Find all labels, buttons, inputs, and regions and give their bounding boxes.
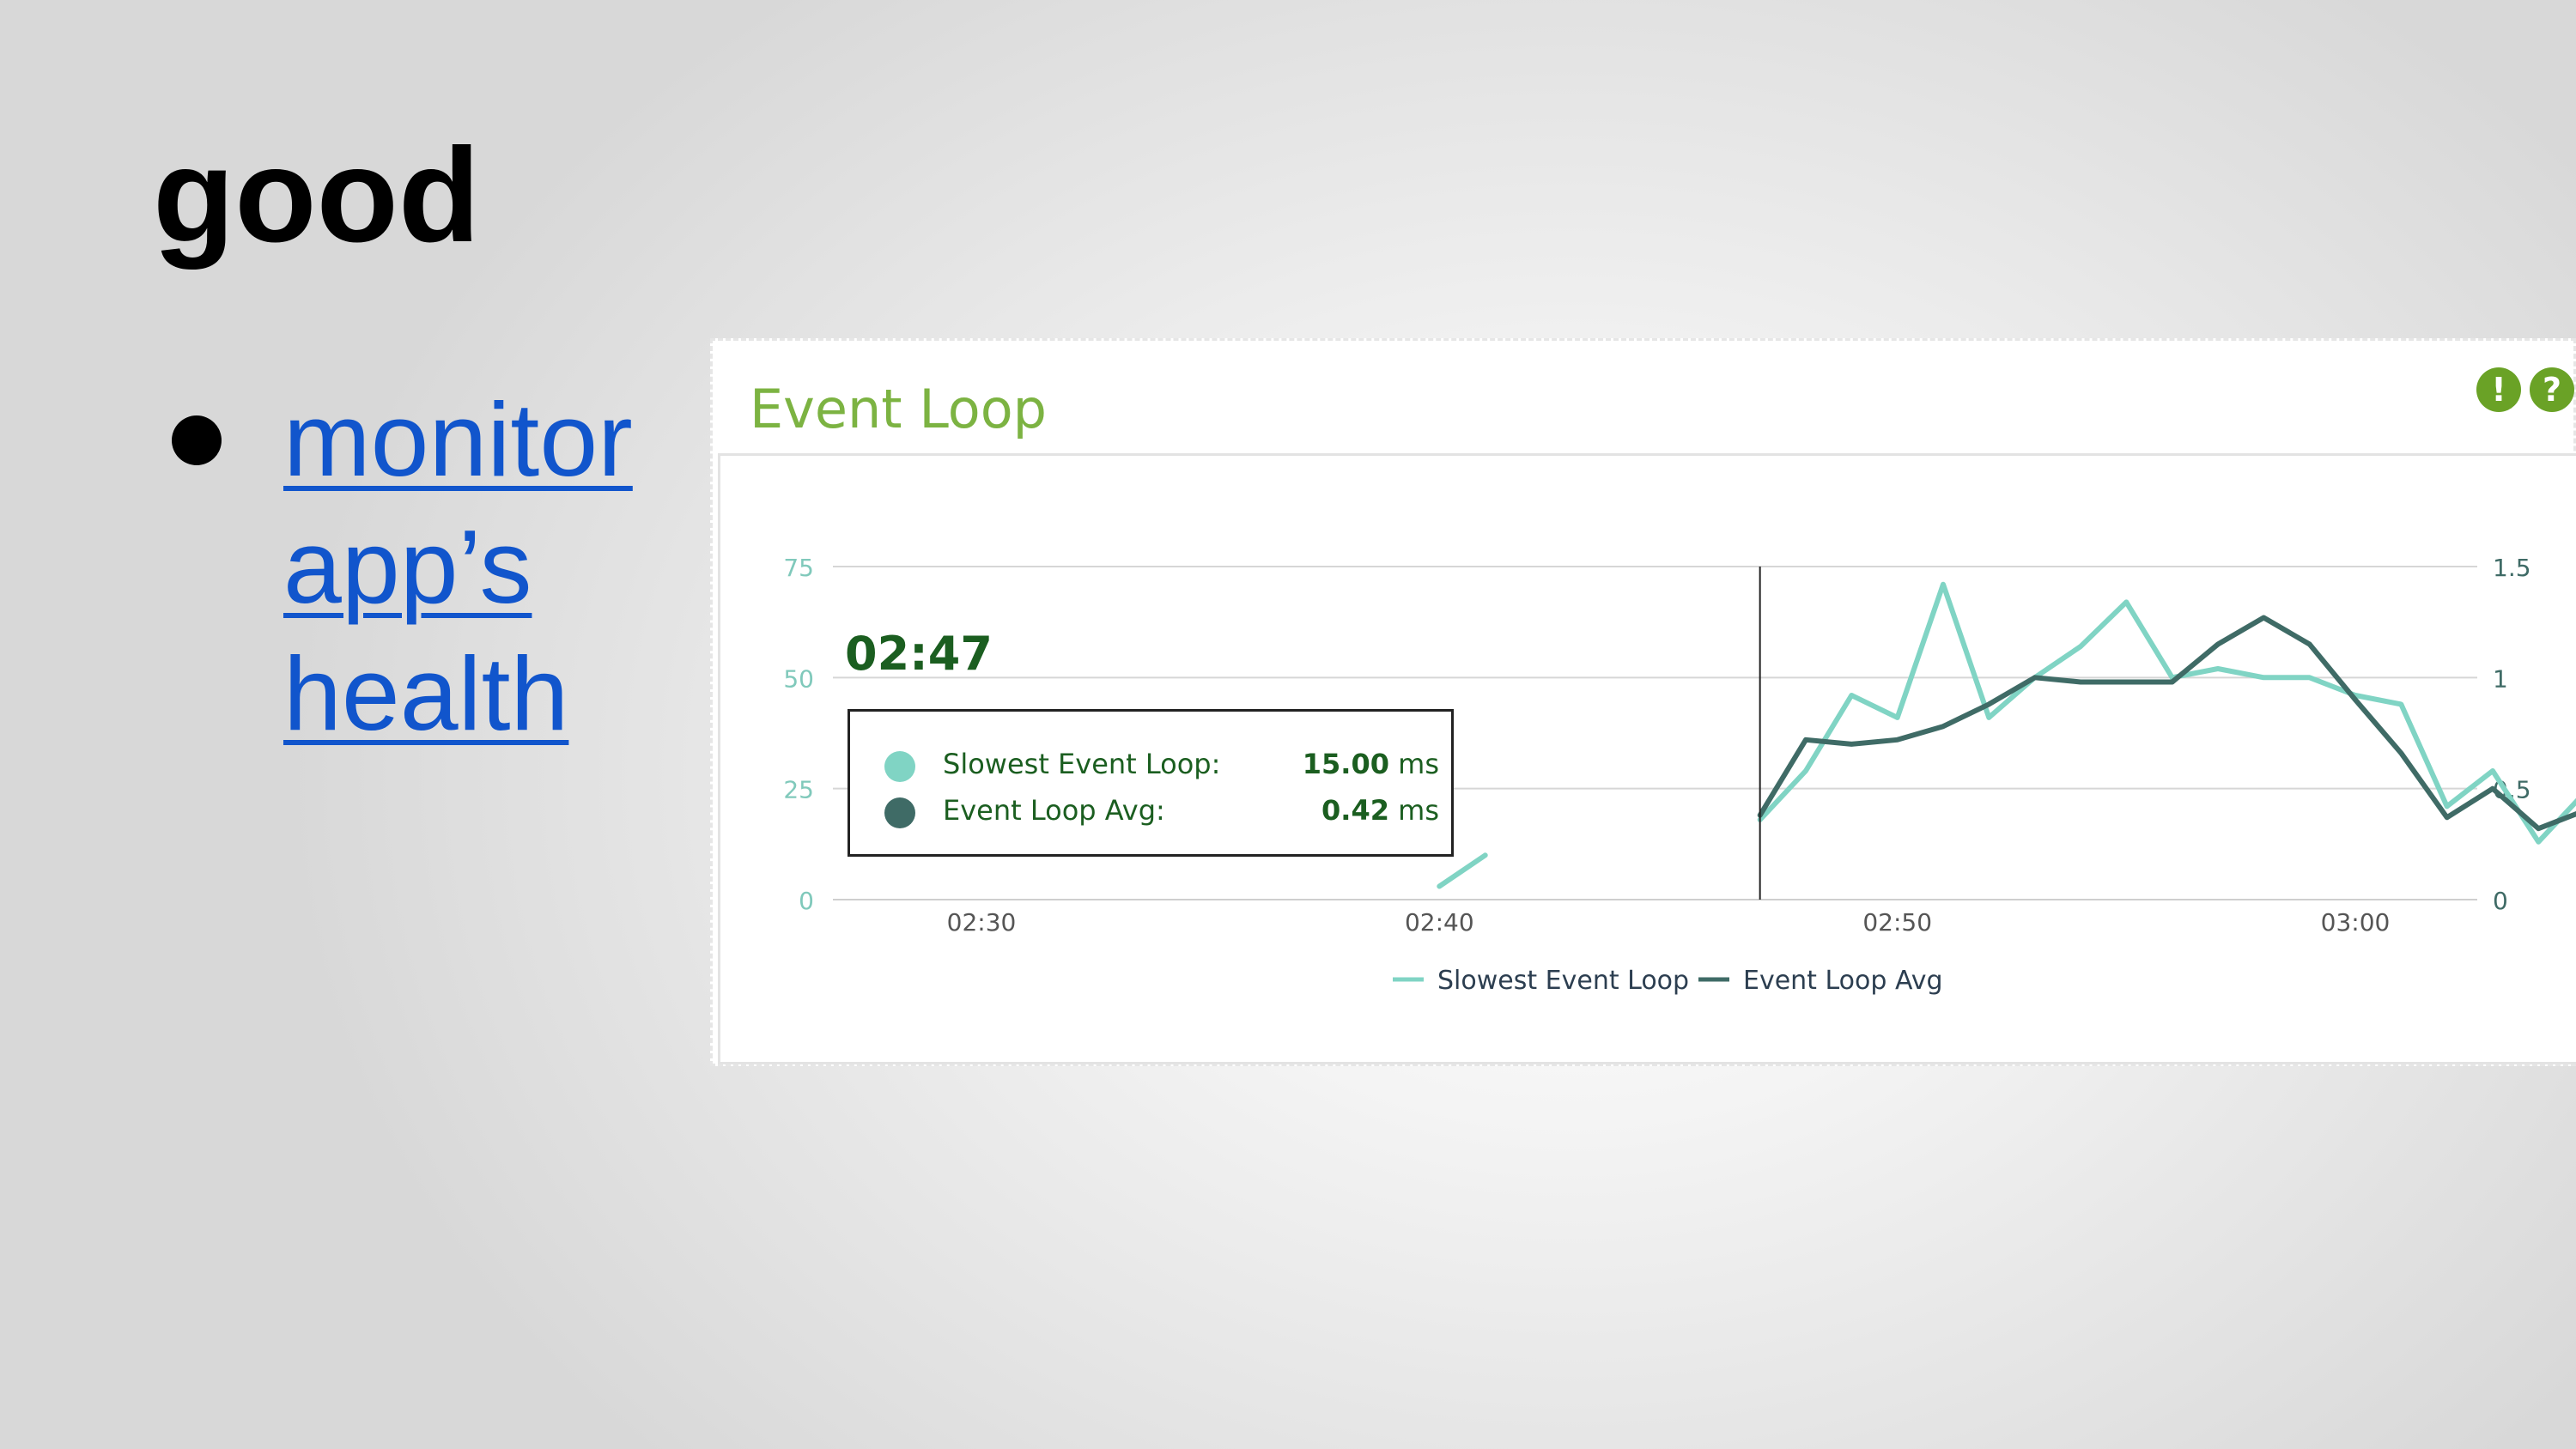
tooltip-row-slowest: Slowest Event Loop: 15.00 ms bbox=[884, 743, 1439, 789]
y-right-tick-label: 0 bbox=[2493, 887, 2508, 915]
tooltip-value: 15.00 ms bbox=[1302, 748, 1439, 780]
tooltip-label: Event Loop Avg: bbox=[943, 794, 1165, 827]
y-right-tick-label: 1.5 bbox=[2493, 554, 2531, 582]
x-tick-label: 02:40 bbox=[1405, 908, 1474, 937]
y-left-tick-label: 75 bbox=[783, 554, 814, 582]
tooltip-time: 02:47 bbox=[845, 627, 993, 681]
tooltip-row-avg: Event Loop Avg: 0.42 ms bbox=[884, 789, 1439, 835]
series-line bbox=[1437, 852, 1488, 889]
y-left-tick-label: 50 bbox=[783, 664, 814, 693]
series-line bbox=[1757, 615, 2576, 832]
x-tick-label: 03:00 bbox=[2321, 908, 2391, 937]
legend-label: Slowest Event Loop bbox=[1437, 966, 1689, 996]
chart-tooltip: Slowest Event Loop: 15.00 ms Event Loop … bbox=[848, 709, 1454, 857]
slowest-dot-icon bbox=[884, 751, 915, 782]
x-tick-label: 02:50 bbox=[1862, 908, 1932, 937]
tooltip-label: Slowest Event Loop: bbox=[943, 748, 1221, 780]
x-tick-label: 02:30 bbox=[947, 908, 1017, 937]
series-line bbox=[1757, 581, 2576, 845]
y-right-tick-label: 1 bbox=[2493, 664, 2508, 693]
legend-label: Event Loop Avg bbox=[1743, 966, 1943, 996]
tooltip-value: 0.42 ms bbox=[1321, 794, 1439, 827]
y-left-tick-label: 25 bbox=[783, 776, 814, 804]
avg-dot-icon bbox=[884, 797, 915, 828]
y-left-tick-label: 0 bbox=[799, 887, 814, 915]
